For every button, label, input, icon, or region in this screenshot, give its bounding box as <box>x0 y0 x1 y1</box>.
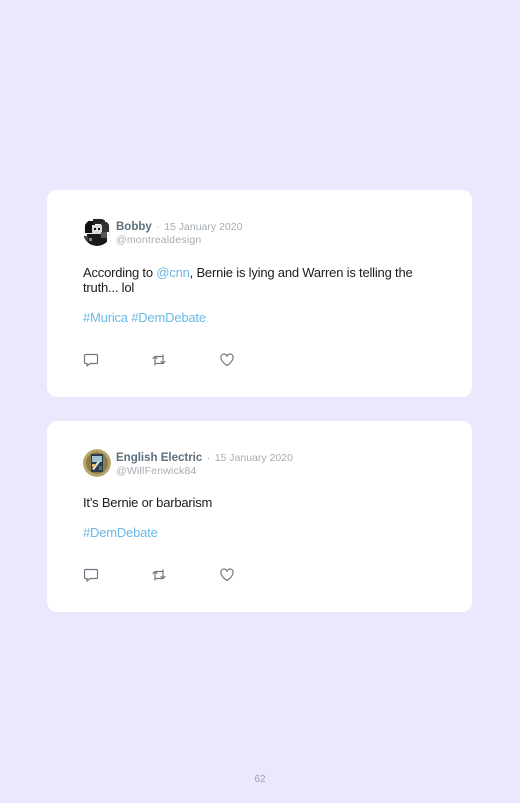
tweet-date: 15 January 2020 <box>214 452 293 464</box>
tweet-date: 15 January 2020 <box>164 221 243 233</box>
hashtag-list: #DemDebate <box>83 525 158 540</box>
tweet-card: Bobby · 15 January 2020 @montrealdesign … <box>47 190 472 397</box>
tweet-meta: Bobby · 15 January 2020 @montrealdesign <box>116 218 242 247</box>
author-handle[interactable]: @montrealdesign <box>116 234 242 247</box>
hashtag-list: #Murica #DemDebate <box>83 310 206 325</box>
tweet-card: English Electric · 15 January 2020 @Will… <box>47 421 472 612</box>
tweet-meta: English Electric · 15 January 2020 @Will… <box>116 449 293 478</box>
reply-icon[interactable] <box>83 352 99 368</box>
hashtag-link[interactable]: #DemDebate <box>131 310 206 325</box>
author-name[interactable]: English Electric <box>116 452 202 464</box>
tweet-header: English Electric · 15 January 2020 @Will… <box>83 449 293 478</box>
retweet-icon[interactable] <box>151 352 167 368</box>
author-handle[interactable]: @WillFenwick84 <box>116 465 293 478</box>
tweet-actions <box>83 567 235 583</box>
tweet-text-part: According to <box>83 265 157 280</box>
hashtag-link[interactable]: #Murica <box>83 310 128 325</box>
separator-dot: · <box>156 221 160 233</box>
avatar[interactable] <box>83 449 111 477</box>
reply-icon[interactable] <box>83 567 99 583</box>
tweet-header: Bobby · 15 January 2020 @montrealdesign <box>83 218 242 247</box>
hashtag-link[interactable]: #DemDebate <box>83 525 158 540</box>
tweet-actions <box>83 352 235 368</box>
like-icon[interactable] <box>219 352 235 368</box>
tweet-text: It's Bernie or barbarism <box>83 495 213 510</box>
mention-link[interactable]: @cnn <box>156 265 190 280</box>
author-name[interactable]: Bobby <box>116 221 152 233</box>
tweet-text: According to @cnn, Bernie is lying and W… <box>83 265 442 295</box>
like-icon[interactable] <box>219 567 235 583</box>
retweet-icon[interactable] <box>151 567 167 583</box>
separator-dot: · <box>206 452 211 464</box>
page-number: 62 <box>254 774 266 785</box>
avatar[interactable] <box>83 218 111 246</box>
